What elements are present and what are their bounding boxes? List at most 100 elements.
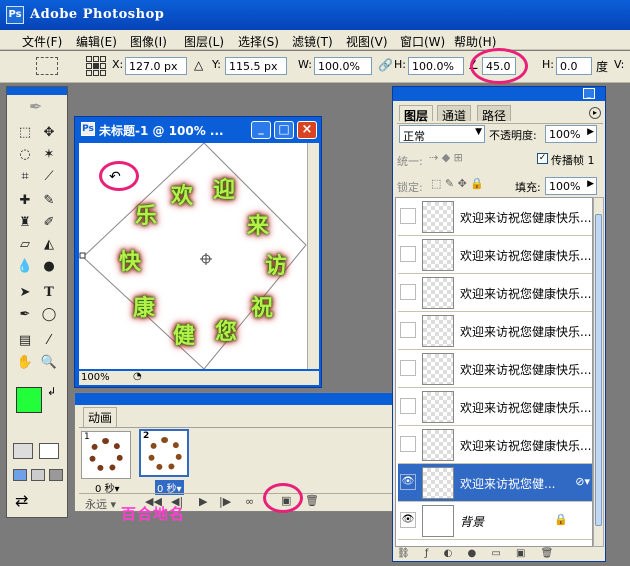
- menu-view[interactable]: 视图(V): [346, 33, 388, 50]
- eye-icon[interactable]: 👁: [400, 512, 416, 528]
- layer-row-6[interactable]: 欢迎来访祝您健康快乐...: [398, 388, 592, 426]
- hskew-input[interactable]: 0.0: [556, 57, 592, 75]
- visibility-toggle[interactable]: [400, 246, 416, 262]
- layers-minimize-button[interactable]: _: [583, 88, 595, 99]
- screen-mode-3-icon[interactable]: [49, 469, 63, 481]
- screen-mode-1-icon[interactable]: [13, 469, 27, 481]
- pen-tool-icon[interactable]: ✒: [15, 305, 35, 325]
- width-input[interactable]: 100.0%: [314, 57, 372, 75]
- visibility-toggle[interactable]: [400, 398, 416, 414]
- hand-tool-icon[interactable]: ✋: [15, 353, 35, 373]
- visibility-toggle[interactable]: [400, 284, 416, 300]
- clone-stamp-tool-icon[interactable]: ♜: [15, 213, 35, 233]
- ring-char-7: 健: [172, 323, 195, 349]
- visibility-toggle[interactable]: [400, 436, 416, 452]
- menu-file[interactable]: 文件(F): [22, 33, 62, 50]
- move-tool-icon[interactable]: ✥: [39, 123, 59, 143]
- layer-style-icon[interactable]: ⊘▾: [575, 475, 590, 488]
- highlight-circle-angle: [470, 48, 528, 84]
- history-brush-tool-icon[interactable]: ✐: [39, 213, 59, 233]
- lock-icons[interactable]: ⬚ ✎ ✥ 🔒: [431, 177, 484, 190]
- scrollbar-thumb[interactable]: [595, 214, 602, 526]
- doc-maximize-button[interactable]: □: [274, 121, 294, 139]
- zoom-tool-icon[interactable]: 🔍: [39, 353, 59, 373]
- standard-mode-icon[interactable]: [13, 443, 33, 459]
- status-menu-icon[interactable]: ◔: [133, 371, 142, 382]
- next-frame-icon[interactable]: |▶: [219, 495, 231, 508]
- layer-row-7[interactable]: 欢迎来访祝您健康快乐...: [398, 426, 592, 464]
- magic-wand-tool-icon[interactable]: ✶: [39, 145, 59, 165]
- frame-2[interactable]: 2: [139, 429, 189, 477]
- unify-icons[interactable]: ⇢ ◆ ⊞: [429, 151, 463, 164]
- highlight-circle-cursor: [99, 161, 139, 191]
- loop-select[interactable]: 永远 ▾: [85, 496, 116, 512]
- frame-2-thumbnail: [148, 437, 182, 471]
- quick-mask-icon[interactable]: [39, 443, 59, 459]
- doc-vertical-scrollbar[interactable]: [307, 143, 319, 369]
- layer-row-1[interactable]: 欢迎来访祝您健康快乐...: [398, 198, 592, 236]
- menu-filter[interactable]: 滤镜(T): [292, 33, 333, 50]
- paint-bucket-tool-icon[interactable]: ◭: [39, 235, 59, 255]
- visibility-toggle[interactable]: [400, 322, 416, 338]
- layer-list-scrollbar[interactable]: [593, 197, 604, 547]
- eraser-tool-icon[interactable]: ▱: [15, 235, 35, 255]
- zoom-level[interactable]: 100%: [81, 372, 110, 383]
- tab-animation[interactable]: 动画: [83, 407, 118, 427]
- opacity-input[interactable]: 100% ▶: [545, 125, 597, 143]
- layer-row-2[interactable]: 欢迎来访祝您健康快乐...: [398, 236, 592, 274]
- tab-layers[interactable]: 图层: [399, 105, 434, 123]
- x-label: X:: [112, 58, 124, 71]
- marquee-tool-icon[interactable]: ⬚: [15, 123, 35, 143]
- transform-tool-icon[interactable]: [36, 57, 58, 75]
- blur-tool-icon[interactable]: 💧: [15, 257, 35, 277]
- menu-layer[interactable]: 图层(L): [184, 33, 224, 50]
- height-input[interactable]: 100.0%: [408, 57, 464, 75]
- path-selection-tool-icon[interactable]: ➤: [15, 283, 35, 303]
- menu-select[interactable]: 选择(S): [238, 33, 279, 50]
- slice-tool-icon[interactable]: ⟋: [39, 167, 59, 187]
- eye-icon[interactable]: 👁: [400, 474, 416, 490]
- foreground-color-swatch[interactable]: [16, 387, 42, 413]
- layer-row-8-selected[interactable]: 👁 欢迎来访祝您健... ⊘▾: [398, 464, 592, 502]
- brush-tool-icon[interactable]: ✎: [39, 191, 59, 211]
- lasso-tool-icon[interactable]: ◌: [15, 145, 35, 165]
- healing-brush-tool-icon[interactable]: ✚: [15, 191, 35, 211]
- crop-tool-icon[interactable]: ⌗: [15, 167, 35, 187]
- eyedropper-tool-icon[interactable]: ⁄: [39, 331, 59, 351]
- menu-image[interactable]: 图像(I): [130, 33, 167, 50]
- layer-row-4[interactable]: 欢迎来访祝您健康快乐...: [398, 312, 592, 350]
- layers-footer-buttons[interactable]: ⛓ ƒ ◐ ● ▭ ▣ 🗑: [397, 548, 601, 562]
- panel-menu-icon[interactable]: ▸: [589, 107, 601, 119]
- delete-frame-icon[interactable]: 🗑: [305, 494, 319, 507]
- doc-minimize-button[interactable]: _: [251, 121, 271, 139]
- tab-channels[interactable]: 通道: [437, 105, 472, 123]
- menu-edit[interactable]: 编辑(E): [76, 33, 117, 50]
- tween-icon[interactable]: ∞: [245, 495, 254, 508]
- propagate-checkbox[interactable]: ✓: [537, 153, 548, 164]
- screen-mode-2-icon[interactable]: [31, 469, 45, 481]
- ellipse-tool-icon[interactable]: ◯: [39, 305, 59, 325]
- swap-colors-icon[interactable]: ↲: [47, 385, 56, 398]
- blend-mode-select[interactable]: 正常 ▼: [399, 125, 485, 143]
- link-icon[interactable]: 🔗: [378, 58, 393, 72]
- menu-help[interactable]: 帮助(H): [454, 33, 496, 50]
- menu-window[interactable]: 窗口(W): [400, 33, 445, 50]
- y-input[interactable]: 115.5 px: [225, 57, 287, 75]
- visibility-toggle[interactable]: [400, 208, 416, 224]
- layer-row-3[interactable]: 欢迎来访祝您健康快乐...: [398, 274, 592, 312]
- reference-point-icon[interactable]: [86, 56, 106, 76]
- type-tool-icon[interactable]: T: [39, 283, 59, 303]
- fill-input[interactable]: 100% ▶: [545, 177, 597, 195]
- tab-paths[interactable]: 路径: [477, 105, 512, 123]
- x-input[interactable]: 127.0 px: [125, 57, 187, 75]
- dodge-tool-icon[interactable]: ●: [39, 257, 59, 277]
- notes-tool-icon[interactable]: ▤: [15, 331, 35, 351]
- jump-to-imageready-icon[interactable]: ⇄: [15, 491, 28, 510]
- canvas[interactable]: 欢 迎 来 访 祝 您 健 康 快 乐 ↶: [79, 143, 307, 369]
- layer-row-5[interactable]: 欢迎来访祝您健康快乐...: [398, 350, 592, 388]
- layer-row-background[interactable]: 👁 背景 🔒: [398, 502, 592, 540]
- frame-1[interactable]: 1: [81, 431, 131, 479]
- play-icon[interactable]: ▶: [199, 495, 207, 508]
- visibility-toggle[interactable]: [400, 360, 416, 376]
- doc-close-button[interactable]: ×: [297, 121, 317, 139]
